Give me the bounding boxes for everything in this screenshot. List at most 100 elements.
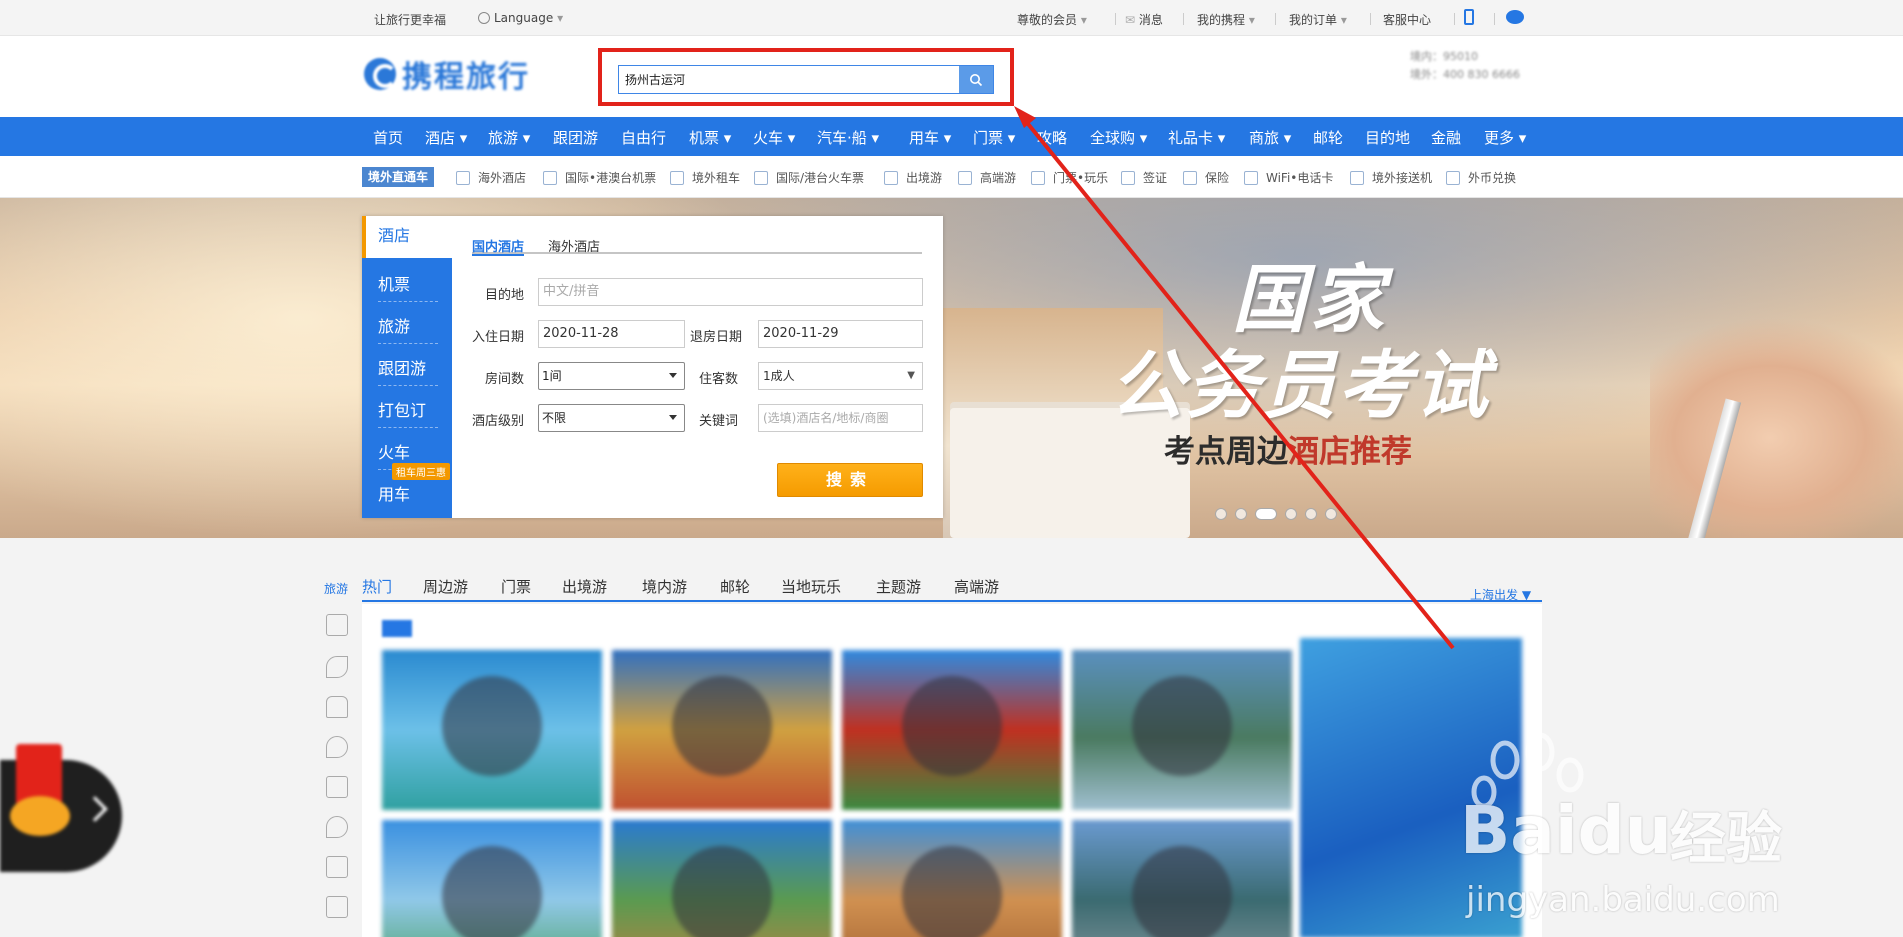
nav-item[interactable]: 汽车·船 ▾ (817, 127, 879, 148)
shopping-bag-icon[interactable] (326, 776, 348, 798)
subnav-item[interactable]: WiFi•电话卡 (1244, 169, 1333, 186)
filter-chip[interactable] (533, 620, 563, 637)
carousel-dot[interactable] (1285, 508, 1297, 520)
carousel-dot[interactable] (1215, 508, 1227, 520)
subnav-item[interactable]: 境外租车 (670, 169, 740, 186)
filter-chip[interactable] (478, 620, 515, 637)
destination-tile[interactable] (612, 820, 832, 937)
side-tab-hotel[interactable]: 酒店 (362, 216, 452, 258)
side-tab-flight[interactable]: 机票 (362, 271, 452, 295)
nav-item[interactable]: 旅游 ▾ (488, 127, 530, 148)
tab-overseas-hotel[interactable]: 海外酒店 (548, 236, 600, 255)
subnav-item[interactable]: 海外酒店 (456, 169, 526, 186)
nav-item[interactable]: 邮轮 (1313, 127, 1343, 148)
side-tab-package[interactable]: 打包订 (362, 397, 452, 421)
destination-tile[interactable] (382, 820, 602, 937)
nav-item[interactable]: 酒店 ▾ (425, 127, 467, 148)
floating-red-packet-promo[interactable] (0, 744, 122, 872)
nav-item[interactable]: 跟团游 (553, 127, 598, 148)
checkout-date-input[interactable]: 2020-11-29 (758, 320, 923, 348)
member-menu[interactable]: 尊敬的会员 ▾ (1017, 11, 1087, 28)
filter-chip[interactable] (382, 620, 412, 637)
tour-tab[interactable]: 高端游 (954, 576, 999, 597)
service-link[interactable]: 客服中心 (1383, 11, 1431, 28)
side-tab-tour[interactable]: 旅游 (362, 313, 452, 337)
subnav-item[interactable]: 签证 (1121, 169, 1167, 186)
subnav-item[interactable]: 高端游 (958, 169, 1016, 186)
tour-tab[interactable]: 当地玩乐 (781, 576, 841, 597)
destination-tile[interactable] (1072, 650, 1292, 810)
keyword-input[interactable]: (选填)酒店名/地标/商圈 (758, 404, 923, 432)
tour-tab[interactable]: 主题游 (876, 576, 921, 597)
tab-domestic-hotel[interactable]: 国内酒店 (472, 236, 525, 256)
destination-tile[interactable] (612, 650, 832, 810)
ctrip-logo[interactable]: 携程旅行 (364, 54, 564, 95)
side-tab-group-tour[interactable]: 跟团游 (362, 355, 452, 379)
departure-city-select[interactable]: 上海出发 ▼ (1470, 586, 1531, 603)
subnav-item[interactable]: 国际/港台火车票 (754, 169, 864, 186)
language-selector[interactable]: Language ▾ (478, 11, 563, 25)
mobile-icon[interactable] (1464, 9, 1474, 25)
nav-item[interactable]: 机票 ▾ (689, 127, 731, 148)
filter-chip[interactable] (581, 620, 611, 637)
car-icon[interactable] (326, 696, 348, 718)
nav-item[interactable]: 礼品卡 ▾ (1168, 127, 1225, 148)
my-orders-menu[interactable]: 我的订单 ▾ (1289, 11, 1347, 28)
filter-chip[interactable] (629, 620, 666, 637)
side-tab-car[interactable]: 用车 (362, 481, 452, 505)
destination-tile[interactable] (842, 820, 1062, 937)
carousel-dot-active[interactable] (1255, 508, 1277, 520)
nav-item[interactable]: 门票 ▾ (973, 127, 1015, 148)
nav-item[interactable]: 用车 ▾ (909, 127, 951, 148)
subnav-item[interactable]: 门票•玩乐 (1031, 169, 1108, 186)
nav-item[interactable]: 金融 (1431, 127, 1461, 148)
location-pin-icon[interactable] (326, 736, 348, 758)
filter-chip[interactable] (430, 620, 460, 637)
subnav-item[interactable]: 境外接送机 (1350, 169, 1432, 186)
nav-item[interactable]: 首页 (373, 127, 403, 148)
carousel-dot[interactable] (1325, 508, 1337, 520)
wechat-icon[interactable] (1506, 10, 1524, 24)
tour-tab[interactable]: 出境游 (562, 576, 607, 597)
map-pin-icon[interactable] (326, 816, 348, 838)
subnav-item[interactable]: 保险 (1183, 169, 1229, 186)
nav-item[interactable]: 攻略 (1037, 127, 1067, 148)
hotel-level-select[interactable]: 不限 (538, 404, 685, 432)
building-icon[interactable] (326, 614, 348, 636)
carousel-dot[interactable] (1305, 508, 1317, 520)
plane-icon[interactable] (326, 656, 348, 678)
nav-item[interactable]: 全球购 ▾ (1090, 127, 1147, 148)
checkin-date-input[interactable]: 2020-11-28 (538, 320, 685, 348)
apps-grid-icon[interactable] (326, 856, 348, 878)
destination-tile[interactable] (382, 650, 602, 810)
nav-item[interactable]: 更多 ▾ (1484, 127, 1526, 148)
tour-tab[interactable]: 门票 (501, 576, 531, 597)
guests-select[interactable]: 1成人 ▼ (758, 362, 923, 390)
subnav-item[interactable]: 国际•港澳台机票 (543, 169, 656, 186)
carousel-dot[interactable] (1235, 508, 1247, 520)
destination-tile[interactable] (842, 650, 1062, 810)
messages-link[interactable]: ✉ 消息 (1125, 11, 1163, 28)
my-trips-menu[interactable]: 我的携程 ▾ (1197, 11, 1255, 28)
destination-tile[interactable] (1072, 820, 1292, 937)
search-button[interactable] (959, 66, 993, 93)
hotel-search-button[interactable]: 搜索 (777, 463, 923, 497)
tour-tab[interactable]: 周边游 (423, 576, 468, 597)
tour-tab-hot[interactable]: 热门 (362, 576, 392, 597)
rooms-select[interactable]: 1间 (538, 362, 685, 390)
search-input[interactable] (619, 66, 959, 93)
nav-item[interactable]: 目的地 (1365, 127, 1410, 148)
briefcase-icon[interactable] (326, 896, 348, 918)
tour-tab[interactable]: 境内游 (642, 576, 687, 597)
nav-item[interactable]: 火车 ▾ (753, 127, 795, 148)
side-label-tour[interactable]: 旅游 (324, 580, 348, 597)
tour-tab[interactable]: 邮轮 (720, 576, 750, 597)
nav-item[interactable]: 商旅 ▾ (1249, 127, 1291, 148)
subnav-item[interactable]: 外币兑换 (1446, 169, 1516, 186)
subnav-item[interactable]: 出境游 (884, 169, 942, 186)
side-tab-train[interactable]: 火车 (362, 439, 452, 463)
promo-banner[interactable]: 国家 公务员考试 考点周边酒店推荐 (0, 198, 1903, 538)
destination-input[interactable]: 中文/拼音 (538, 278, 923, 306)
tour-panel (362, 604, 1542, 937)
nav-item[interactable]: 自由行 (621, 127, 666, 148)
